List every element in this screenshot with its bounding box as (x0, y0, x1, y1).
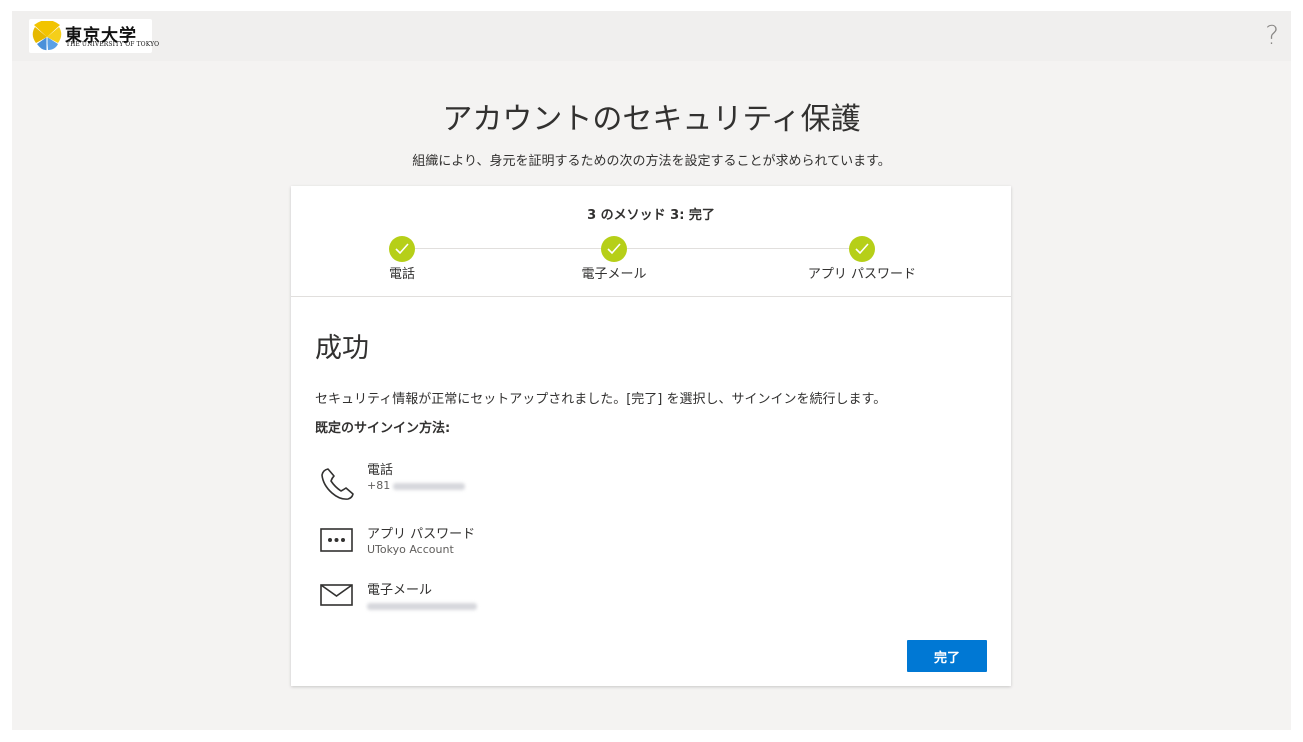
step-connector (627, 248, 849, 249)
step-label-phone: 電話 (388, 267, 415, 282)
method-detail: +81 (367, 479, 466, 492)
top-bar: 東京大学 THE UNIVERSITY OF TOKYO ? (12, 11, 1291, 61)
wizard-progress: 3 のメソッド 3: 完了 電話 電子メール アプリ パスワード (291, 186, 1011, 297)
password-dots-icon (320, 528, 353, 552)
method-name: アプリ パスワード (367, 527, 476, 542)
redacted-email-address (367, 602, 477, 610)
phone-icon (321, 468, 354, 500)
checkmark-icon (607, 243, 621, 255)
mail-icon (320, 584, 353, 606)
step-complete-icon (849, 236, 875, 262)
done-button[interactable]: 完了 (907, 640, 987, 672)
method-name: 電子メール (367, 583, 433, 598)
default-method-label: 既定のサインイン方法: (315, 421, 451, 436)
ginkgo-logo-icon (32, 21, 62, 51)
redacted-phone-number (393, 482, 466, 490)
checkmark-icon (395, 243, 409, 255)
setup-card: 3 のメソッド 3: 完了 電話 電子メール アプリ パスワード 成功 セキュリ… (291, 186, 1011, 686)
university-logo: 東京大学 THE UNIVERSITY OF TOKYO (29, 19, 159, 53)
step-complete-icon (601, 236, 627, 262)
checkmark-icon (855, 243, 869, 255)
step-connector (415, 248, 601, 249)
help-icon[interactable]: ? (1265, 21, 1279, 51)
method-name: 電話 (367, 463, 394, 478)
page-subtitle: 組織により、身元を証明するための次の方法を設定することが求められています。 (412, 154, 891, 169)
method-detail (367, 599, 477, 612)
method-detail: UTokyo Account (367, 543, 454, 556)
step-complete-icon (389, 236, 415, 262)
step-label-app-password: アプリ パスワード (807, 267, 917, 282)
success-heading: 成功 (315, 333, 369, 364)
phone-prefix: +81 (367, 479, 391, 492)
page-title: アカウントのセキュリティ保護 (442, 102, 861, 137)
step-label-email: 電子メール (581, 267, 647, 282)
success-message: セキュリティ情報が正常にセットアップされました。[完了] を選択し、サインインを… (315, 392, 887, 407)
logo-english: THE UNIVERSITY OF TOKYO (66, 41, 160, 48)
page-frame: 東京大学 THE UNIVERSITY OF TOKYO ? アカウントのセキュ… (12, 11, 1291, 730)
step-count: 3 のメソッド 3: 完了 (587, 208, 715, 223)
